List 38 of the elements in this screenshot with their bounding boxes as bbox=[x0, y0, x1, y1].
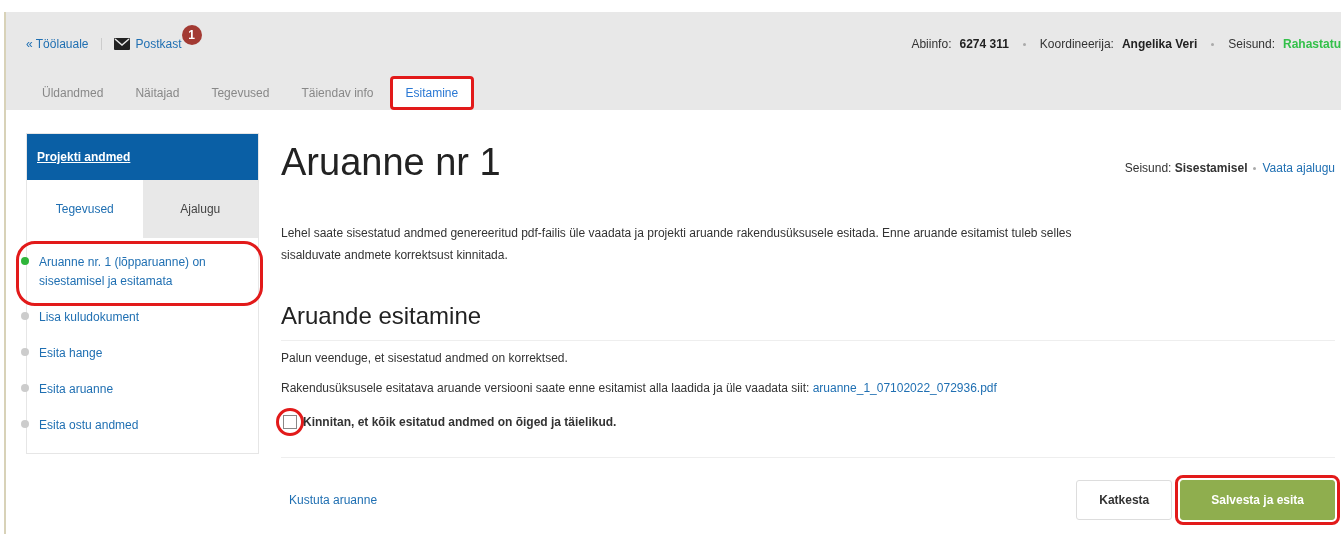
info-value: Angelika Veri bbox=[1121, 37, 1198, 51]
download-text: Rakendusüksusele esitatava aruande versiooni saate enne esitamist alla laadida ja üle vaadata siit: bbox=[281, 381, 810, 395]
intro-text: Lehel saate sisestatud andmed genereeritud pdf-failis üle vaadata ja projekti aruande rakendusüksusele esitada. Enne aruande esitamist tuleb selles sisalduvate andmete korrektsust kinnitada. bbox=[281, 225, 1073, 264]
page-title: Aruanne nr 1 bbox=[281, 141, 501, 184]
sidebar-item[interactable]: Aruanne nr. 1 (lõpparuanne) on sisestamisel ja esitamata bbox=[21, 246, 258, 301]
sidebar-link[interactable]: Esita ostu andmed bbox=[39, 416, 139, 435]
nav-tab[interactable]: Esitamine bbox=[389, 76, 475, 110]
sidebar-link[interactable]: Esita aruanne bbox=[39, 380, 114, 399]
mailbox-link[interactable]: Postkast bbox=[135, 37, 182, 51]
section-title: Aruande esitamine bbox=[281, 302, 1335, 341]
sidebar-link[interactable]: Lisa kuludokument bbox=[39, 308, 140, 327]
notification-badge: 1 bbox=[181, 25, 202, 45]
sidebar-item[interactable]: Lisa kuludokument bbox=[21, 301, 258, 337]
sidebar-item[interactable]: Esita ostu andmed bbox=[21, 409, 258, 445]
sidebar-item[interactable]: Esita hange bbox=[21, 337, 258, 373]
nav-tab[interactable]: Näitajad bbox=[119, 76, 196, 110]
sidebar-link[interactable]: Esita hange bbox=[39, 344, 103, 363]
cancel-button[interactable]: Katkesta bbox=[1076, 480, 1173, 520]
sidebar-tab[interactable]: Ajalugu bbox=[142, 180, 258, 238]
pdf-link[interactable]: aruanne_1_07102022_072936.pdf bbox=[812, 381, 997, 395]
nav-tab[interactable]: Tegevused bbox=[195, 76, 286, 110]
nav-tab[interactable]: Üldandmed bbox=[26, 76, 120, 110]
status-label: Seisund: bbox=[1124, 160, 1172, 175]
sidebar-link[interactable]: Aruanne nr. 1 (lõpparuanne) on sisestamisel ja esitamata bbox=[39, 253, 250, 291]
back-link[interactable]: « Töölauale bbox=[26, 37, 89, 51]
info-label: Koordineerija: bbox=[1039, 37, 1114, 51]
info-label: Abiinfo: bbox=[911, 37, 952, 51]
envelope-icon bbox=[113, 38, 130, 50]
delete-link[interactable]: Kustuta aruanne bbox=[289, 493, 378, 507]
note-text: Palun veenduge, et sisestatud andmed on korrektsed. bbox=[281, 351, 569, 365]
info-value: 6274 311 bbox=[959, 37, 1009, 51]
sidebar-item[interactable]: Esita aruanne bbox=[21, 373, 258, 409]
status-value: Rahastatu bbox=[1283, 37, 1341, 51]
nav-tab[interactable]: Täiendav info bbox=[285, 76, 390, 110]
history-link[interactable]: Vaata ajalugu bbox=[1262, 160, 1335, 175]
status-value: Sisestamisel bbox=[1174, 160, 1248, 175]
project-data-link[interactable]: Projekti andmed bbox=[37, 150, 131, 164]
info-label: Seisund: bbox=[1228, 37, 1275, 51]
